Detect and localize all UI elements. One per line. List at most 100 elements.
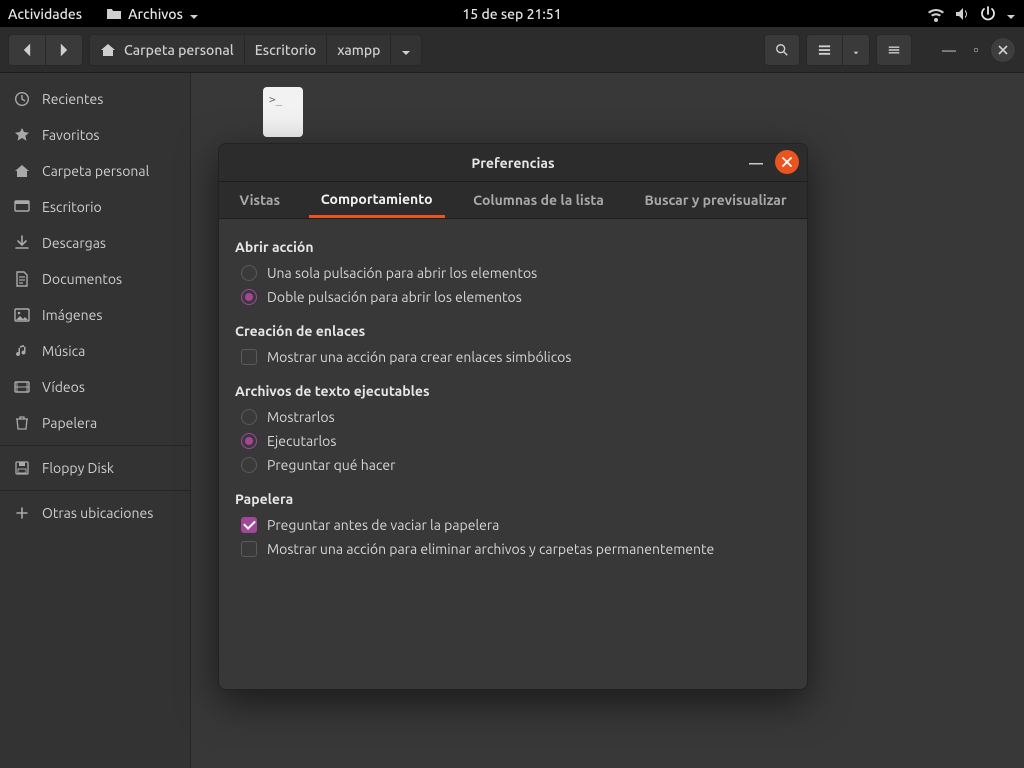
preferences-dialog: Preferencias — Vistas Comportamiento Col… <box>218 143 808 690</box>
sidebar-item-favorites[interactable]: Favoritos <box>0 117 190 153</box>
list-icon <box>817 42 832 58</box>
breadcrumb-desktop-label: Escritorio <box>255 42 316 58</box>
clock[interactable]: 15 de sep 21:51 <box>462 6 561 22</box>
nav-back-button[interactable] <box>8 34 45 66</box>
sidebar-item-desktop[interactable]: Escritorio <box>0 189 190 225</box>
file-manager-headerbar: Carpeta personal Escritorio xampp <box>0 27 1024 73</box>
sidebar-item-documents[interactable]: Documentos <box>0 261 190 297</box>
chevron-down-icon <box>853 45 859 55</box>
check-show-symlink-action[interactable]: Mostrar una acción para crear enlaces si… <box>235 345 791 369</box>
sidebar-item-label: Papelera <box>42 415 97 431</box>
search-button[interactable] <box>764 34 800 66</box>
power-icon[interactable] <box>980 6 996 22</box>
file-thumbnail: >_ <box>263 87 303 137</box>
sidebar-item-label: Documentos <box>42 271 122 287</box>
chevron-left-icon <box>19 42 35 58</box>
dialog-minimize-button[interactable]: — <box>749 155 763 171</box>
radio-double-click[interactable]: Doble pulsación para abrir los elementos <box>235 285 791 309</box>
view-list-button[interactable] <box>806 34 842 66</box>
sidebar-item-images[interactable]: Imágenes <box>0 297 190 333</box>
radio-icon <box>241 433 257 449</box>
nav-group <box>8 34 83 66</box>
window-close-button[interactable] <box>990 37 1016 63</box>
chevron-right-icon <box>56 42 72 58</box>
nav-forward-button[interactable] <box>45 34 83 66</box>
sidebar-item-label: Floppy Disk <box>42 460 114 476</box>
option-label: Preguntar qué hacer <box>267 457 395 473</box>
sidebar-item-music[interactable]: Música <box>0 333 190 369</box>
hamburger-icon <box>887 42 901 58</box>
dialog-close-button[interactable] <box>775 150 799 174</box>
chevron-down-icon <box>189 9 199 19</box>
breadcrumb-desktop[interactable]: Escritorio <box>244 34 326 66</box>
dialog-pane: Abrir acción Una sola pulsación para abr… <box>219 219 807 575</box>
sidebar-item-other-locations[interactable]: Otras ubicaciones <box>0 495 190 531</box>
sidebar-item-videos[interactable]: Vídeos <box>0 369 190 405</box>
radio-single-click[interactable]: Una sola pulsación para abrir los elemen… <box>235 261 791 285</box>
sidebar-item-downloads[interactable]: Descargas <box>0 225 190 261</box>
view-options-button[interactable] <box>842 34 870 66</box>
window-maximize-button[interactable] <box>968 42 984 58</box>
sidebar-item-label: Vídeos <box>42 379 85 395</box>
sidebar-item-label: Recientes <box>42 91 103 107</box>
tab-search-preview[interactable]: Buscar y previsualizar <box>632 182 798 218</box>
checkbox-icon <box>241 349 257 365</box>
section-exec-text: Archivos de texto ejecutables <box>235 383 791 399</box>
dialog-tabs: Vistas Comportamiento Columnas de la lis… <box>219 182 807 219</box>
tab-label: Vistas <box>239 192 280 208</box>
option-label: Preguntar antes de vaciar la papelera <box>267 517 499 533</box>
chevron-down-icon <box>401 45 411 55</box>
radio-icon <box>241 409 257 425</box>
option-label: Ejecutarlos <box>267 433 336 449</box>
hamburger-menu-button[interactable] <box>876 34 912 66</box>
tab-views[interactable]: Vistas <box>227 182 292 218</box>
radio-exec-ask[interactable]: Preguntar qué hacer <box>235 453 791 477</box>
radio-icon <box>241 457 257 473</box>
sidebar-separator <box>0 490 190 491</box>
checkbox-icon <box>241 541 257 557</box>
gnome-panel: Actividades Archivos 15 de sep 21:51 <box>0 0 1024 27</box>
radio-exec-run[interactable]: Ejecutarlos <box>235 429 791 453</box>
sidebar-item-label: Imágenes <box>42 307 102 323</box>
sidebar-item-trash[interactable]: Papelera <box>0 405 190 441</box>
sidebar-item-label: Favoritos <box>42 127 99 143</box>
sidebar-item-label: Otras ubicaciones <box>42 505 153 521</box>
sidebar-item-home[interactable]: Carpeta personal <box>0 153 190 189</box>
section-link-creation: Creación de enlaces <box>235 323 791 339</box>
dialog-headerbar: Preferencias — <box>219 144 807 182</box>
check-show-permanent-delete[interactable]: Mostrar una acción para eliminar archivo… <box>235 537 791 561</box>
sidebar-item-label: Música <box>42 343 85 359</box>
check-confirm-empty-trash[interactable]: Preguntar antes de vaciar la papelera <box>235 513 791 537</box>
file-thumb-text: >_ <box>269 93 282 106</box>
places-sidebar: Recientes Favoritos Carpeta personal Esc… <box>0 73 191 768</box>
window-minimize-button[interactable]: — <box>936 42 962 58</box>
tab-label: Columnas de la lista <box>473 192 604 208</box>
option-label: Mostrar una acción para eliminar archivo… <box>267 541 714 557</box>
breadcrumb-current-label: xampp <box>337 42 380 58</box>
breadcrumb-menu-button[interactable] <box>390 34 422 66</box>
tab-columns[interactable]: Columnas de la lista <box>461 182 616 218</box>
breadcrumb-current[interactable]: xampp <box>326 34 390 66</box>
radio-icon <box>241 289 257 305</box>
breadcrumb: Carpeta personal Escritorio xampp <box>89 34 422 66</box>
sidebar-item-label: Escritorio <box>42 199 102 215</box>
sidebar-item-floppy[interactable]: Floppy Disk <box>0 450 190 486</box>
radio-exec-show[interactable]: Mostrarlos <box>235 405 791 429</box>
clock-label: 15 de sep 21:51 <box>462 6 561 22</box>
sidebar-item-label: Carpeta personal <box>42 163 149 179</box>
volume-icon[interactable] <box>954 6 970 22</box>
wifi-icon[interactable] <box>928 6 944 22</box>
app-menu[interactable]: Archivos <box>98 4 207 24</box>
tab-behavior[interactable]: Comportamiento <box>309 182 445 218</box>
home-icon <box>100 42 116 58</box>
activities-button[interactable]: Actividades <box>8 6 82 22</box>
option-label: Doble pulsación para abrir los elementos <box>267 289 522 305</box>
breadcrumb-home[interactable]: Carpeta personal <box>89 34 244 66</box>
folder-icon <box>106 6 122 22</box>
sidebar-item-recent[interactable]: Recientes <box>0 81 190 117</box>
activities-label: Actividades <box>8 6 82 22</box>
dialog-title: Preferencias <box>471 155 554 171</box>
sidebar-item-label: Descargas <box>42 235 106 251</box>
chevron-down-icon[interactable] <box>1006 9 1016 19</box>
section-trash: Papelera <box>235 491 791 507</box>
